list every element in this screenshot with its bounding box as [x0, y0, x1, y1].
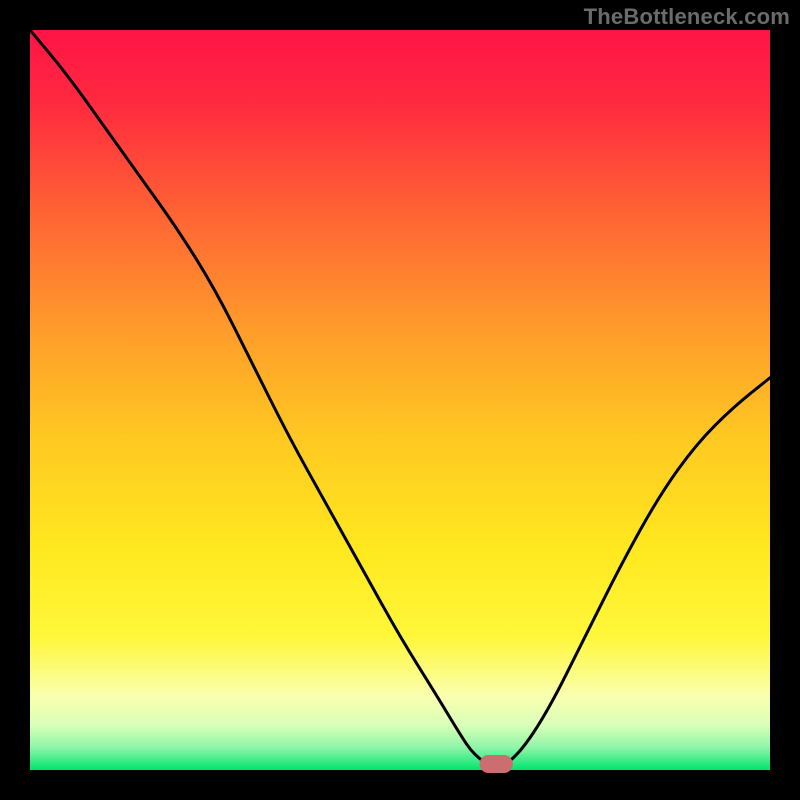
- watermark-text: TheBottleneck.com: [584, 4, 790, 30]
- optimum-marker: [480, 755, 513, 773]
- bottleneck-chart: [0, 0, 800, 800]
- chart-container: TheBottleneck.com: [0, 0, 800, 800]
- plot-background: [30, 30, 770, 770]
